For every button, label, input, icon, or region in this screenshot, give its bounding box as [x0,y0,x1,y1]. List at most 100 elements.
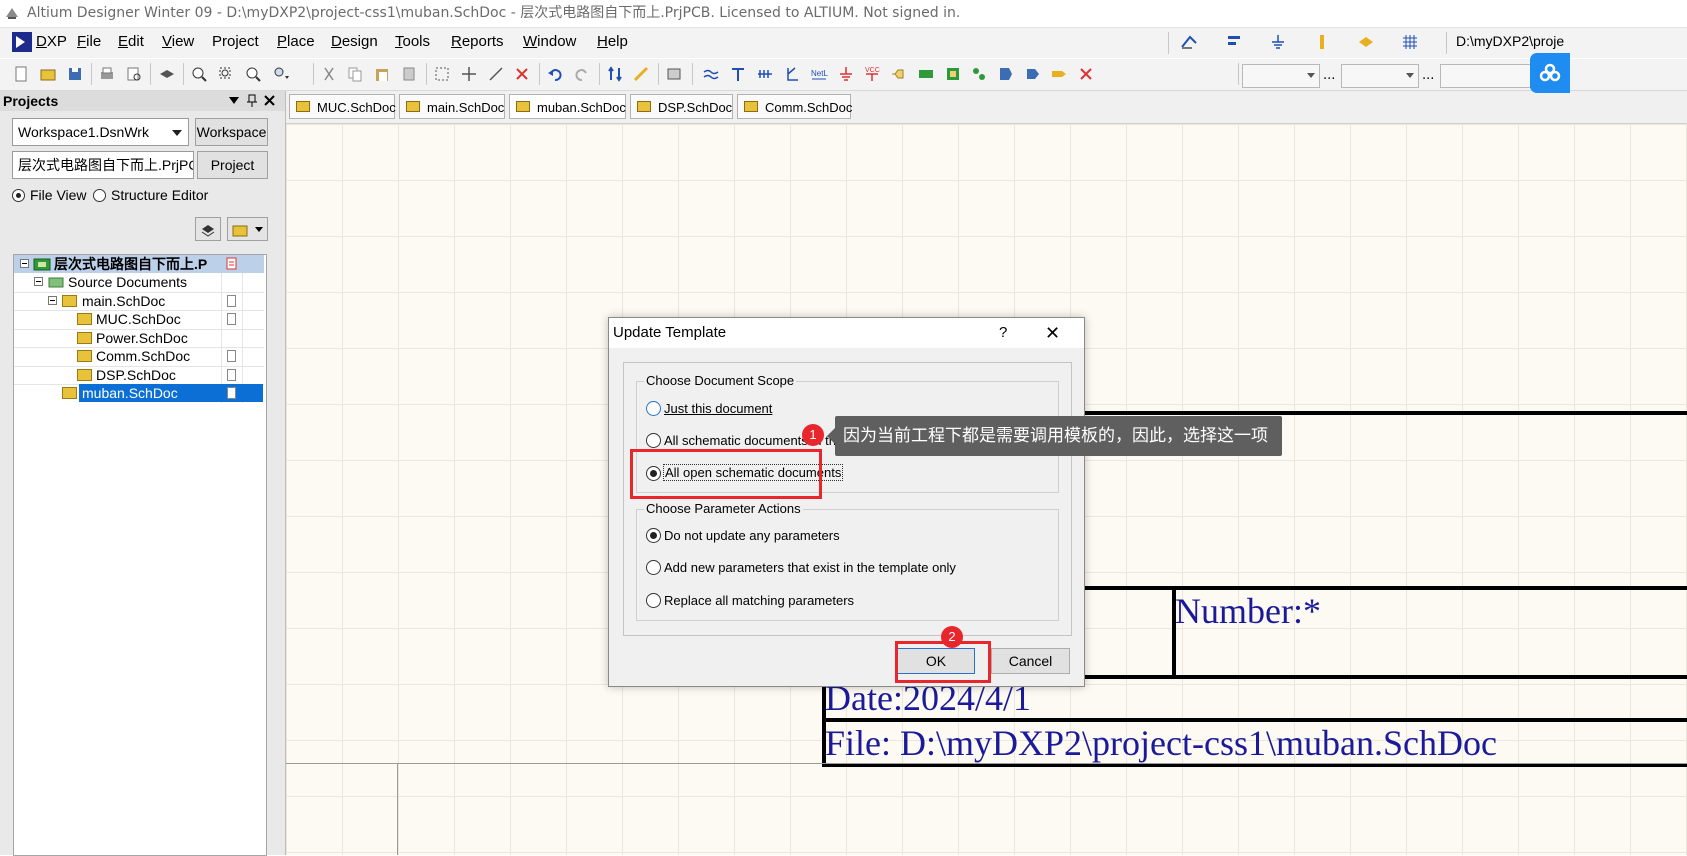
place-gnd-icon[interactable] [837,65,855,83]
toolbar-combo-3[interactable] [1440,64,1537,88]
schematic-doc-icon [77,350,92,362]
workspace-combo-value: Workspace1.DsnWrk [18,124,149,140]
menu-view[interactable]: View [162,33,194,50]
component-tool-icon[interactable] [1313,33,1331,51]
menu-tools[interactable]: Tools [395,33,430,50]
tree-muc-schdoc[interactable]: MUC.SchDoc [14,310,264,328]
zoom-area-icon[interactable] [217,65,235,83]
grid-tool-icon[interactable] [1401,33,1419,51]
workspace-button[interactable]: Workspace [195,118,268,146]
tree-power-schdoc[interactable]: Power.SchDoc [14,329,264,347]
zoom-fit-icon[interactable] [190,65,208,83]
menu-reports[interactable]: Reports [451,33,504,50]
just-this-document-radio[interactable] [646,401,661,416]
tree-main-schdoc[interactable]: main.SchDoc [14,292,264,310]
place-wire-icon[interactable] [702,65,720,83]
tab-muc-schdoc[interactable]: MUC.SchDoc [289,94,396,119]
hierarchy-icon[interactable] [606,65,624,83]
workspace-combo[interactable]: Workspace1.DsnWrk [12,118,189,146]
place-sheet-entry-icon[interactable] [944,65,962,83]
place-bus-entry-icon[interactable] [756,65,774,83]
all-schematic-documents-radio[interactable] [646,433,661,448]
replace-matching-parameters-radio[interactable] [646,593,661,608]
tree-comm-schdoc[interactable]: Comm.SchDoc [14,347,264,365]
menu-design[interactable]: Design [331,33,378,50]
place-port-icon[interactable] [997,65,1015,83]
rubber-stamp-icon[interactable] [400,65,418,83]
toolbar-combo-2[interactable] [1341,64,1419,88]
compile-button[interactable] [195,217,221,241]
zoom-selected-icon[interactable] [244,65,262,83]
undo-icon[interactable] [546,65,564,83]
place-device-sheet-icon[interactable] [970,65,988,83]
collapse-icon[interactable] [20,259,29,268]
ground-tool-icon[interactable] [1269,33,1287,51]
project-options-button[interactable] [227,217,268,241]
schematic-doc-icon [406,101,420,112]
tree-muban-schdoc[interactable]: muban.SchDoc [14,384,264,402]
help-button[interactable]: ? [999,318,1007,348]
place-directive-icon[interactable] [1050,65,1068,83]
structure-editor-radio[interactable] [93,189,106,202]
print-preview-icon[interactable] [125,65,143,83]
place-vcc-icon[interactable]: VCC [863,65,881,83]
menu-place[interactable]: Place [277,33,315,50]
parameter-actions-label: Choose Parameter Actions [644,501,803,516]
select-area-icon[interactable] [433,65,451,83]
copy-icon[interactable] [346,65,364,83]
move-selection-icon[interactable] [487,65,505,83]
panel-menu-icon[interactable] [229,97,239,105]
menu-project[interactable]: Project [212,33,259,50]
tab-main-schdoc[interactable]: main.SchDoc [399,94,505,119]
zoom-dropdown-icon[interactable] [272,65,290,83]
align-tool-icon[interactable] [1226,33,1244,51]
tab-muban-schdoc[interactable]: muban.SchDoc [509,94,626,119]
browse-library-icon[interactable] [665,65,683,83]
cross-probe-icon[interactable] [632,65,650,83]
pin-icon[interactable] [246,94,258,108]
place-off-sheet-icon[interactable] [1024,65,1042,83]
project-combo[interactable]: 层次式电路图自下而上.PrjPC [12,151,194,179]
cancel-button[interactable]: Cancel [991,648,1070,674]
floating-assistant-button[interactable] [1530,53,1570,93]
paste-icon[interactable] [373,65,391,83]
select-tool-icon[interactable] [1180,33,1198,51]
file-view-radio[interactable] [12,189,25,202]
dxp-logo-icon[interactable] [12,32,32,52]
place-part-icon[interactable] [890,65,908,83]
place-no-erc-icon[interactable] [1077,65,1095,83]
deselect-icon[interactable] [513,65,531,83]
toolbar-separator [539,63,540,85]
toolbar-combo-1[interactable] [1242,64,1320,88]
collapse-icon[interactable] [48,296,57,305]
place-bus-branch-icon[interactable] [783,65,801,83]
tree-dsp-schdoc[interactable]: DSP.SchDoc [14,366,264,384]
do-not-update-parameters-radio[interactable] [646,528,661,543]
collapse-icon[interactable] [34,277,43,286]
open-folder-icon[interactable] [39,65,57,83]
menu-window[interactable]: Window [523,33,576,50]
add-new-parameters-radio[interactable] [646,560,661,575]
menu-file[interactable]: File [77,33,101,50]
tab-comm-schdoc[interactable]: Comm.SchDoc [737,94,852,119]
save-icon[interactable] [66,65,84,83]
highlight-tool-icon[interactable] [1357,33,1375,51]
redo-icon[interactable] [573,65,591,83]
print-icon[interactable] [98,65,116,83]
panel-close-icon[interactable] [264,95,275,106]
menu-dxp[interactable]: DXP [36,33,67,50]
place-net-label-icon[interactable]: NetL [810,65,828,83]
tree-project-root[interactable]: 层次式电路图自下而上.P [14,255,264,273]
cut-icon[interactable] [320,65,338,83]
tree-source-documents[interactable]: Source Documents [14,273,264,291]
layers-icon[interactable] [158,65,176,83]
menu-help[interactable]: Help [597,33,628,50]
new-document-icon[interactable] [12,65,30,83]
tab-dsp-schdoc[interactable]: DSP.SchDoc [630,94,733,119]
menu-edit[interactable]: Edit [118,33,144,50]
place-sheet-symbol-icon[interactable] [917,65,935,83]
place-bus-icon[interactable] [729,65,747,83]
move-icon[interactable] [460,65,478,83]
project-button[interactable]: Project [197,151,268,179]
close-icon[interactable]: ✕ [1045,318,1060,348]
